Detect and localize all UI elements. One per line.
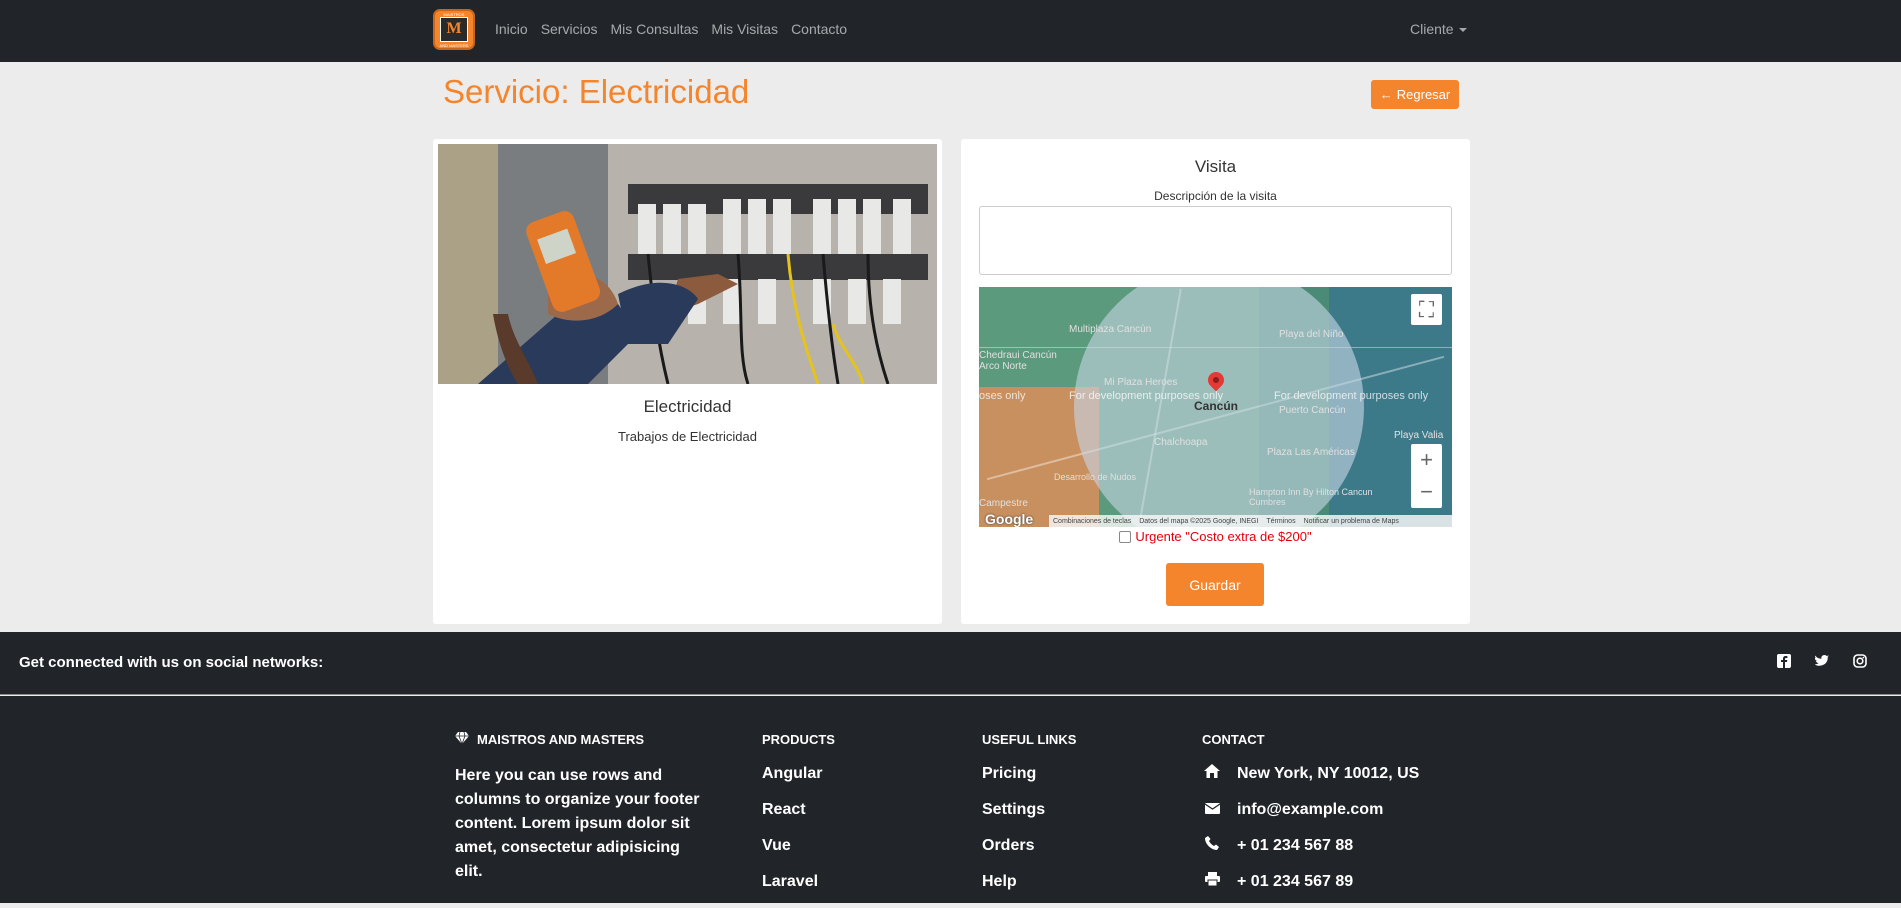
footer-contact-heading: Contact (1202, 732, 1265, 747)
social-icons (1777, 654, 1867, 668)
gem-icon (455, 731, 469, 747)
map-dev-watermark: For development purposes only (1069, 390, 1224, 402)
description-label: Descripción de la visita (1154, 189, 1277, 203)
map-dev-watermark: oses only (979, 390, 1026, 402)
map-zoom-control: + − (1411, 444, 1442, 508)
urgent-option: Urgente "Costo extra de $200" (961, 529, 1470, 544)
map-label: Chedraui Cancún Arco Norte (979, 350, 1057, 372)
contact-fax: + 01 234 567 89 (1202, 872, 1419, 892)
user-menu-label: Cliente (1410, 21, 1454, 37)
save-button[interactable]: Guardar (1166, 563, 1264, 606)
electrician-illustration (438, 144, 937, 384)
social-text: Get connected with us on social networks… (19, 654, 324, 671)
nav-item-inicio[interactable]: Inicio (495, 21, 528, 37)
map-label: Puerto Cancún (1279, 405, 1346, 416)
footer-link-react[interactable]: React (762, 800, 835, 820)
service-image (438, 144, 937, 384)
logo-mark: M (440, 17, 468, 42)
footer-link-settings[interactable]: Settings (982, 800, 1076, 820)
instagram-icon[interactable] (1853, 654, 1867, 668)
arrow-left-icon: ← (1379, 87, 1393, 102)
service-card-description: Trabajos de Electricidad (618, 429, 757, 444)
map-label: Hampton Inn By Hilton Cancun Cumbres (1249, 487, 1373, 507)
home-icon (1202, 764, 1222, 784)
footer-useful-links-heading: Useful links (982, 732, 1077, 747)
zoom-in-button[interactable]: + (1411, 444, 1442, 476)
map-terms-link[interactable]: Términos (1266, 518, 1295, 525)
contact-fax-text: + 01 234 567 89 (1237, 873, 1354, 890)
description-textarea[interactable] (979, 206, 1452, 275)
contact-phone-text: + 01 234 567 88 (1237, 837, 1354, 854)
map-label: Desarrollo de Nudos (1054, 472, 1137, 482)
map-label: Playa del Niño (1279, 329, 1344, 340)
map-dev-watermark: For development purposes only (1274, 390, 1429, 402)
nav-item-servicios[interactable]: Servicios (541, 21, 598, 37)
facebook-icon[interactable] (1777, 654, 1791, 668)
fullscreen-icon[interactable]: ⛶ (1411, 294, 1442, 325)
urgent-checkbox[interactable] (1119, 530, 1132, 543)
page-title: Servicio: Electricidad (443, 73, 750, 110)
phone-icon (1202, 836, 1222, 856)
location-map[interactable]: Multiplaza Cancún Chedraui Cancún Arco N… (979, 287, 1452, 527)
contact-email: info@example.com (1202, 800, 1419, 820)
back-button-label: Regresar (1396, 87, 1451, 102)
footer-link-laravel[interactable]: Laravel (762, 872, 835, 892)
map-label: Mi Plaza Heroes (1104, 377, 1178, 388)
brand-logo[interactable]: MAISTROS M AND MASTERS (433, 9, 475, 50)
visit-form-title: Visita (1194, 157, 1237, 176)
logo-caption-bottom: AND MASTERS (439, 43, 469, 48)
zoom-out-button[interactable]: − (1411, 476, 1442, 508)
map-label: Multiplaza Cancún (1069, 324, 1152, 335)
map-keyboard-shortcuts-link[interactable]: Combinaciones de teclas (1053, 518, 1131, 525)
user-menu-dropdown[interactable]: Cliente (1410, 21, 1467, 37)
footer-brand-column: MAISTROS AND MASTERS Here you can use ro… (455, 731, 700, 884)
footer-brand-text: Here you can use rows and columns to org… (455, 767, 700, 880)
nav-item-contacto[interactable]: Contacto (791, 21, 847, 37)
footer-link-vue[interactable]: Vue (762, 836, 835, 856)
footer-useful-links-column: Useful links Pricing Settings Orders Hel… (982, 732, 1076, 908)
map-attribution-bar: Combinaciones de teclas Datos del mapa ©… (1049, 515, 1452, 527)
nav-links: Inicio Servicios Mis Consultas Mis Visit… (495, 21, 847, 37)
footer-link-help[interactable]: Help (982, 872, 1076, 892)
footer-social-bar: Get connected with us on social networks… (0, 632, 1901, 695)
contact-phone: + 01 234 567 88 (1202, 836, 1419, 856)
map-label: Campestre (979, 498, 1028, 509)
footer-main: MAISTROS AND MASTERS Here you can use ro… (0, 696, 1901, 903)
map-label: Playa Valia (1394, 430, 1444, 441)
printer-icon (1202, 872, 1222, 892)
nav-item-mis-consultas[interactable]: Mis Consultas (610, 21, 698, 37)
map-report-link[interactable]: Notificar un problema de Maps (1304, 518, 1399, 525)
contact-address-text: New York, NY 10012, US (1237, 765, 1420, 782)
contact-address: New York, NY 10012, US (1202, 764, 1419, 784)
footer-brand-heading: MAISTROS AND MASTERS (455, 731, 700, 747)
map-marker-dot (1213, 377, 1219, 383)
service-card: Electricidad Trabajos de Electricidad (433, 139, 942, 624)
footer-link-orders[interactable]: Orders (982, 836, 1076, 856)
footer-brand-heading-text: MAISTROS AND MASTERS (477, 732, 645, 747)
caret-down-icon (1458, 28, 1467, 33)
twitter-icon[interactable] (1815, 654, 1829, 668)
map-data-attribution: Datos del mapa ©2025 Google, INEGI (1139, 517, 1259, 525)
service-card-title: Electricidad (643, 397, 732, 416)
urgent-label[interactable]: Urgente "Costo extra de $200" (1135, 529, 1311, 544)
map-label: Chalchoapa (1154, 437, 1208, 448)
footer-link-pricing[interactable]: Pricing (982, 764, 1076, 784)
back-button[interactable]: ← Regresar (1371, 80, 1459, 109)
nav-item-mis-visitas[interactable]: Mis Visitas (711, 21, 778, 37)
footer-contact-column: Contact New York, NY 10012, US info@exam… (1202, 732, 1419, 908)
footer-products-column: Products Angular React Vue Laravel (762, 732, 835, 908)
google-logo: Google (985, 511, 1034, 527)
contact-email-text[interactable]: info@example.com (1237, 800, 1383, 820)
footer-link-angular[interactable]: Angular (762, 764, 835, 784)
footer-products-heading: Products (762, 732, 835, 747)
top-navbar: MAISTROS M AND MASTERS Inicio Servicios … (0, 0, 1901, 62)
visit-form-card: Visita Descripción de la visita Multipla… (961, 139, 1470, 624)
map-label: Plaza Las Américas (1267, 447, 1355, 458)
envelope-icon (1202, 800, 1222, 820)
